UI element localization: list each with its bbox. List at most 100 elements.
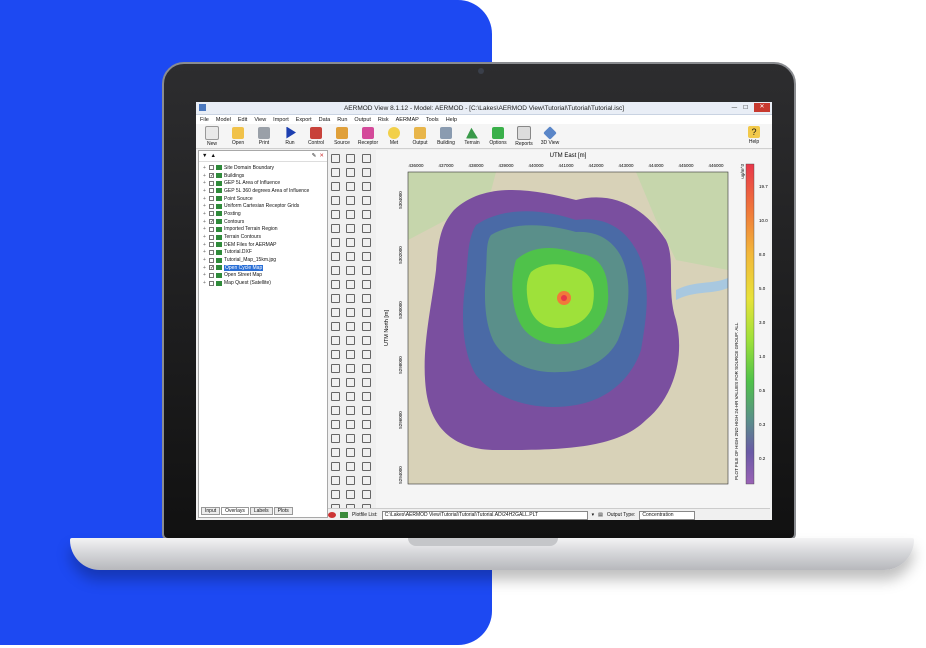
tool-icon[interactable] [346,266,356,275]
expand-icon[interactable]: + [203,165,207,171]
tool-icon[interactable] [330,252,340,261]
tree-item[interactable]: + GEP 5L 360 degrees Area of Influence [203,187,325,195]
menu-file[interactable]: File [200,117,209,123]
tool-icon[interactable] [362,378,372,387]
tool-icon[interactable] [346,238,356,247]
checkbox[interactable]: ✓ [209,219,214,225]
expand-icon[interactable]: + [203,257,207,263]
expand-icon[interactable]: + [203,180,207,186]
tab-overlays[interactable]: Overlays [221,507,249,515]
tool-icon[interactable] [362,490,372,499]
tool-icon[interactable] [362,364,372,373]
tool-icon[interactable] [362,168,372,177]
tree-item[interactable]: + Site Domain Boundary [203,164,325,172]
tool-icon[interactable] [346,252,356,261]
checkbox[interactable]: ✓ [209,173,214,179]
expand-icon[interactable]: + [203,188,207,194]
chevron-down-icon[interactable]: ▾ [592,512,595,518]
tool-icon[interactable] [346,210,356,219]
tool-icon[interactable] [346,378,356,387]
delete-icon[interactable]: ✕ [319,153,324,159]
tool-icon[interactable] [330,322,340,331]
control-button[interactable]: Control [304,126,328,146]
tree-item[interactable]: + Terrain Contours [203,233,325,241]
tree-item[interactable]: + ✓ Buildings [203,172,325,180]
menu-output[interactable]: Output [354,117,371,123]
tool-icon[interactable] [330,294,340,303]
tool-icon[interactable] [346,322,356,331]
tool-icon[interactable] [362,476,372,485]
tool-icon[interactable] [362,266,372,275]
map-icon[interactable] [340,512,348,518]
report-icon[interactable]: ▤ [598,512,603,518]
tree-item[interactable]: + ✓ Contours [203,218,325,226]
tree-item[interactable]: + ✓ Open Cycle Map [203,264,325,272]
minimize-icon[interactable]: — [732,105,738,111]
tool-icon[interactable] [330,168,340,177]
tool-icon[interactable] [362,448,372,457]
new-button[interactable]: New [200,125,224,147]
tool-icon[interactable] [346,294,356,303]
checkbox[interactable] [209,249,214,255]
menu-export[interactable]: Export [296,117,312,123]
tree-item[interactable]: + Tutorial_Map_15km.jpg [203,256,325,264]
3d-view-button[interactable]: 3D View [538,125,562,146]
tree-item[interactable]: + Tutorial.DXF [203,249,325,257]
tree-item[interactable]: + Point Source [203,195,325,203]
tab-input[interactable]: Input [201,507,221,515]
tree-item[interactable]: + DEM Files for AERMAP [203,241,325,249]
tree-item[interactable]: + Map Quest (Satellite) [203,279,325,287]
tool-icon[interactable] [346,364,356,373]
tree-item[interactable]: + GEP 5L Area of Influence [203,179,325,187]
menu-view[interactable]: View [254,117,266,123]
expand-icon[interactable]: + [203,196,207,202]
tool-icon[interactable] [330,462,340,471]
tool-icon[interactable] [346,336,356,345]
checkbox[interactable] [209,196,214,202]
expand-icon[interactable]: + [203,234,207,240]
menu-data[interactable]: Data [319,117,331,123]
receptor-button[interactable]: Receptor [356,126,380,146]
expand-icon[interactable]: + [203,203,207,209]
checkbox[interactable] [209,180,214,186]
output-button[interactable]: Output [408,126,432,146]
tool-icon[interactable] [362,280,372,289]
tool-icon[interactable] [362,294,372,303]
tool-icon[interactable] [346,462,356,471]
maximize-icon[interactable]: ☐ [743,105,748,111]
expand-icon[interactable]: + [203,265,207,271]
checkbox[interactable] [209,226,214,232]
tool-icon[interactable] [330,406,340,415]
expand-icon[interactable]: + [203,173,207,179]
tool-icon[interactable] [346,490,356,499]
tool-icon[interactable] [362,350,372,359]
tool-icon[interactable] [362,336,372,345]
tool-icon[interactable] [330,336,340,345]
tool-icon[interactable] [362,322,372,331]
checkbox[interactable] [209,165,214,171]
tool-icon[interactable] [346,154,356,163]
menu-help[interactable]: Help [446,117,457,123]
tool-icon[interactable] [346,448,356,457]
tool-icon[interactable] [346,476,356,485]
tool-icon[interactable] [346,406,356,415]
tool-icon[interactable] [330,434,340,443]
eraser-icon[interactable]: ✎ [312,153,317,159]
expand-icon[interactable]: + [203,226,207,232]
close-icon[interactable]: ✕ [754,103,770,112]
move-down-icon[interactable]: ▼ [202,153,207,159]
checkbox[interactable] [209,234,214,240]
tool-icon[interactable] [346,196,356,205]
menu-import[interactable]: Import [273,117,289,123]
tool-icon[interactable] [362,392,372,401]
menu-aermap[interactable]: AERMAP [396,117,419,123]
expand-icon[interactable]: + [203,242,207,248]
tool-icon[interactable] [362,154,372,163]
tool-icon[interactable] [330,210,340,219]
checkbox[interactable] [209,188,214,194]
tool-icon[interactable] [330,448,340,457]
color-icon[interactable] [328,512,336,518]
expand-icon[interactable]: + [203,219,207,225]
menu-risk[interactable]: Risk [378,117,389,123]
tool-icon[interactable] [330,364,340,373]
